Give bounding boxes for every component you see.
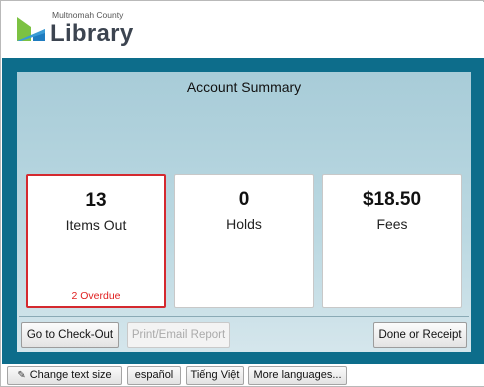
kiosk-frame: Multnomah County Library Account Summary… (0, 0, 484, 387)
header: Multnomah County Library (2, 2, 484, 58)
language-espanol-button[interactable]: español (127, 366, 181, 385)
print-email-report-button[interactable]: Print/Email Report (127, 322, 230, 348)
go-to-checkout-button[interactable]: Go to Check-Out (21, 322, 119, 348)
divider (19, 316, 469, 317)
items-out-label: Items Out (65, 217, 127, 233)
holds-count: 0 (238, 189, 250, 210)
fees-card[interactable]: $18.50 Fees (322, 174, 462, 308)
account-summary-panel: Account Summary 13 Items Out 2 Overdue 0… (17, 72, 471, 352)
items-out-card[interactable]: 13 Items Out 2 Overdue (26, 174, 166, 308)
overdue-note: 2 Overdue (71, 290, 121, 302)
holds-card[interactable]: 0 Holds (174, 174, 314, 308)
logo-subtitle: Multnomah County (52, 10, 124, 20)
library-logo: Multnomah County Library (15, 8, 135, 52)
footer: ✎ Change text size español Tiếng Việt Mor… (2, 364, 484, 386)
language-vietnamese-button[interactable]: Tiếng Việt (186, 366, 244, 385)
change-text-size-label: Change text size (29, 369, 112, 381)
text-size-icon: ✎ (17, 370, 26, 381)
done-or-receipt-button[interactable]: Done or Receipt (373, 322, 467, 348)
fees-label: Fees (376, 216, 408, 232)
more-languages-button[interactable]: More languages... (248, 366, 347, 385)
main-panel: Account Summary 13 Items Out 2 Overdue 0… (2, 58, 484, 364)
page-title: Account Summary (186, 79, 302, 95)
fees-amount: $18.50 (362, 189, 422, 210)
holds-label: Holds (226, 216, 262, 232)
items-out-count: 13 (85, 190, 107, 211)
change-text-size-button[interactable]: ✎ Change text size (7, 366, 122, 385)
logo-title: Library (50, 20, 134, 47)
library-logo-icon (17, 17, 45, 41)
